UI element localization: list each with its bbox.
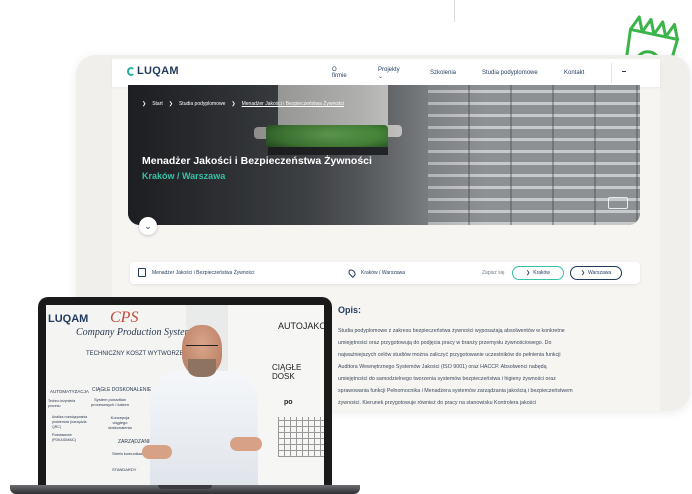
- whiteboard-note: Koncepcja ciągłego doskonalenia: [108, 415, 132, 430]
- whiteboard-logo: LUQAM: [48, 313, 89, 325]
- presenter-hand-right: [230, 437, 262, 451]
- signup-krakow-label: Kraków: [533, 270, 550, 276]
- hero-banner: ❯ Start ❯ Studia podyplomowe ❯ Menadżer …: [128, 85, 640, 225]
- whiteboard-cps: CPS: [110, 309, 139, 326]
- chevron-down-icon: ⌄: [378, 73, 384, 80]
- nav-item-kontakt[interactable]: Kontakt: [564, 70, 584, 76]
- arrow-right-icon: ❯: [580, 270, 586, 276]
- nav-item-projekty-label: Projekty: [378, 66, 400, 73]
- whiteboard-note: Techno-inżynieria procesu: [48, 399, 76, 408]
- description-line: sprawowania funkcji Pełnomocnika i Menad…: [338, 388, 573, 394]
- hero-locations: Kraków / Warszawa: [142, 171, 226, 181]
- whiteboard-ciagle-right: CIĄGŁE DOSK: [272, 363, 302, 381]
- signup-warszawa-button[interactable]: ❯ Warszawa: [570, 266, 622, 280]
- nav-item-projekty[interactable]: Projekty ⌄: [378, 67, 400, 80]
- whiteboard-standardy: STANDARDY: [112, 467, 137, 472]
- calendar-icon: [138, 268, 146, 277]
- whiteboard-ciagle: CIĄGŁE DOSKONALENIE: [92, 387, 152, 393]
- nav-divider: [611, 63, 612, 83]
- description-line: Auditora Wewnętrznego Systemów Jakości (…: [338, 364, 547, 370]
- whiteboard-grid: [278, 417, 324, 457]
- breadcrumb-arrow-icon: ❯: [168, 101, 173, 107]
- location-pin-icon: [347, 268, 357, 278]
- laptop-mockup: LUQAM CPS Company Production System TECH…: [10, 297, 360, 494]
- description-line: żywności. Kierunek przygotowuje również …: [338, 400, 537, 406]
- breadcrumb-start[interactable]: Start: [152, 101, 163, 107]
- description-line: Studia podyplomowe z zakresu bezpieczeńs…: [338, 328, 565, 334]
- breadcrumb: ❯ Start ❯ Studia podyplomowe ❯ Menadżer …: [142, 101, 344, 107]
- logo-text: LUQAM: [137, 65, 179, 77]
- whiteboard-note: Podstawowe (PDKA/DMAIC): [52, 433, 77, 442]
- logo-mark-icon: [127, 66, 135, 76]
- luqam-logo[interactable]: LUQAM: [127, 65, 179, 77]
- whiteboard-autojakosc: AUTOJAKOŚ: [278, 321, 324, 331]
- description-title: Opis:: [338, 305, 362, 315]
- video-frame[interactable]: LUQAM CPS Company Production System TECH…: [46, 305, 324, 485]
- whiteboard-automatyzacja: AUTOMATYZACJA: [50, 389, 89, 394]
- top-navigation: LUQAM O firmie Projekty ⌄ Szkolenia Stud…: [112, 59, 660, 87]
- whiteboard-tkw: TECHNICZNY KOSZT WYTWORZENIA: [86, 351, 194, 357]
- breadcrumb-current[interactable]: Menadżer Jakości i Bezpieczeństwa Żywnoś…: [242, 101, 345, 107]
- presenter-glasses: [186, 345, 218, 351]
- description-line: umiejętności oraz przygotowują do podjęc…: [338, 340, 552, 346]
- course-name: Menadżer Jakości i Bezpieczeństwa Żywnoś…: [152, 270, 255, 276]
- chevron-down-icon: ⌄: [144, 220, 152, 231]
- description-line: najważniejszych celów studiów można zali…: [338, 352, 561, 358]
- page-title: Menadżer Jakości i Bezpieczeństwa Żywnoś…: [142, 155, 372, 167]
- presenter-shirt: [150, 371, 258, 485]
- breadcrumb-studia[interactable]: Studia podyplomowe: [179, 101, 225, 107]
- signup-krakow-button[interactable]: ❯ Kraków: [512, 266, 564, 280]
- nav-item-o-firmie[interactable]: O firmie: [332, 67, 347, 79]
- breadcrumb-arrow-icon: ❯: [142, 101, 147, 107]
- signup-label: Zapisz się: [482, 270, 505, 276]
- signup-warszawa-label: Warszawa: [588, 270, 612, 276]
- decorative-line: [454, 0, 455, 22]
- presenter-beard: [188, 359, 216, 377]
- language-switch[interactable]: [622, 71, 626, 72]
- laptop-notch: [158, 485, 212, 489]
- gallery-icon[interactable]: [608, 197, 628, 209]
- breadcrumb-arrow-icon: ❯: [231, 101, 236, 107]
- marketing-composition: LUQAM O firmie Projekty ⌄ Szkolenia Stud…: [0, 0, 692, 494]
- course-info-strip: Menadżer Jakości i Bezpieczeństwa Żywnoś…: [130, 262, 640, 284]
- presenter-hand-left: [142, 445, 172, 459]
- arrow-right-icon: ❯: [526, 270, 531, 276]
- whiteboard-note: System ponadtów procesowych i kaizen: [90, 397, 130, 407]
- nav-item-studia-podyplomowe[interactable]: Studia podyplomowe: [482, 70, 538, 76]
- whiteboard-company: Company Production System: [76, 327, 192, 338]
- description-text: Studia podyplomowe z zakresu bezpieczeńs…: [338, 325, 624, 409]
- whiteboard-po: po: [284, 399, 293, 406]
- whiteboard-note: Analiza rozwiązywania problemów (narzędz…: [52, 415, 88, 429]
- course-location: Kraków / Warszawa: [361, 270, 405, 276]
- scroll-down-button[interactable]: ⌄: [139, 217, 157, 235]
- description-line: umiejętności do samodzielnego tworzenia …: [338, 376, 556, 382]
- nav-item-szkolenia[interactable]: Szkolenia: [430, 70, 456, 76]
